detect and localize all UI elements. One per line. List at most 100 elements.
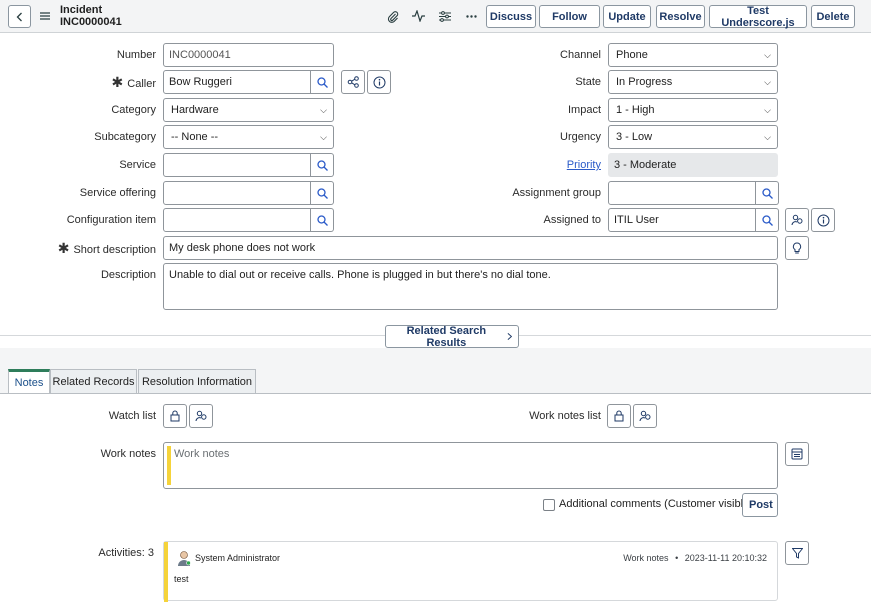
sliders-icon[interactable]	[438, 9, 452, 23]
config-item-label: Configuration item	[66, 214, 156, 226]
avatar	[177, 550, 191, 566]
number-label: Number	[116, 49, 156, 61]
service-offering-lookup-button[interactable]	[311, 181, 334, 205]
impact-value: 1 - High	[616, 104, 655, 116]
assigned-to-lookup-button[interactable]	[756, 208, 779, 232]
activity-filter-button[interactable]	[785, 541, 809, 565]
form-header: Incident INC0000041 Discuss Follow Updat…	[0, 0, 871, 33]
caller-lookup-button[interactable]	[311, 70, 334, 94]
tab-related-records-label: Related Records	[52, 376, 135, 388]
service-offering-field[interactable]	[163, 181, 311, 205]
search-icon	[316, 187, 328, 199]
activity-icon[interactable]	[411, 9, 425, 23]
category-label: Category	[111, 104, 156, 116]
config-item-lookup-button[interactable]	[311, 208, 334, 232]
short-description-label: ✱ Short description	[20, 236, 156, 262]
activities-label: Activities: 3	[98, 547, 154, 559]
back-button[interactable]	[8, 5, 31, 28]
follow-button[interactable]: Follow	[539, 5, 600, 28]
watch-list-lock-button[interactable]	[163, 404, 187, 428]
service-label: Service	[119, 159, 156, 171]
tab-related-records[interactable]: Related Records	[50, 369, 137, 394]
work-notes-list-lock-button[interactable]	[607, 404, 631, 428]
additional-comments-checkbox[interactable]	[543, 499, 555, 511]
work-notes-list-users-button[interactable]	[633, 404, 657, 428]
work-notes-textarea[interactable]: Work notes	[163, 442, 778, 489]
filter-icon	[791, 547, 803, 559]
paperclip-icon[interactable]	[386, 9, 400, 23]
short-description-field[interactable]: My desk phone does not work	[163, 236, 778, 260]
template-icon	[791, 448, 803, 460]
more-icon[interactable]	[464, 9, 478, 23]
caller-info-button[interactable]	[367, 70, 391, 94]
activity-timestamp: 2023-11-11 20:10:32	[684, 553, 767, 563]
menu-icon[interactable]	[39, 10, 51, 22]
watch-list-users-button[interactable]	[189, 404, 213, 428]
chevron-right-icon	[507, 333, 512, 340]
assignment-group-lookup-button[interactable]	[756, 181, 779, 205]
chevron-down-icon: ⌵	[764, 50, 771, 60]
assigned-to-users-button[interactable]	[785, 208, 809, 232]
additional-comments-label: Additional comments (Customer visible)	[559, 498, 753, 510]
caller-field[interactable]: Bow Ruggeri	[163, 70, 311, 94]
category-select[interactable]: Hardware ⌵	[163, 98, 334, 122]
service-field[interactable]	[163, 153, 311, 177]
assigned-to-info-button[interactable]	[811, 208, 835, 232]
related-search-button[interactable]: Related Search Results	[385, 325, 519, 349]
activity-text: test	[174, 574, 189, 584]
channel-value: Phone	[616, 49, 648, 61]
priority-link[interactable]: Priority	[567, 159, 601, 171]
work-notes-accent-bar	[167, 446, 171, 485]
urgency-label: Urgency	[560, 131, 601, 143]
delete-button[interactable]: Delete	[811, 5, 855, 28]
lightbulb-icon	[792, 241, 802, 253]
assigned-to-field[interactable]: ITIL User	[608, 208, 756, 232]
form-title: Incident	[60, 4, 103, 16]
test-underscore-button[interactable]: Test Underscore.js	[709, 5, 807, 29]
impact-label: Impact	[567, 104, 601, 116]
info-icon	[373, 76, 385, 88]
state-select[interactable]: In Progress ⌵	[608, 70, 778, 94]
users-icon	[195, 410, 207, 422]
suggestion-button[interactable]	[785, 236, 809, 260]
post-button[interactable]: Post	[742, 493, 778, 517]
caller-hierarchy-button[interactable]	[341, 70, 365, 94]
tab-resolution-information[interactable]: Resolution Information	[138, 369, 256, 394]
priority-field: 3 - Moderate	[608, 153, 778, 177]
lock-icon	[614, 410, 624, 422]
caller-label: ✱ Caller	[40, 70, 156, 96]
config-item-field[interactable]	[163, 208, 311, 232]
subcategory-select[interactable]: -- None -- ⌵	[163, 125, 334, 149]
number-field[interactable]: INC0000041	[163, 43, 334, 67]
activity-type: Work notes	[623, 553, 669, 563]
subcategory-value: -- None --	[171, 131, 219, 143]
search-icon	[316, 214, 328, 226]
resolve-button[interactable]: Resolve	[656, 5, 705, 28]
watch-list-label: Watch list	[108, 410, 156, 422]
subcategory-label: Subcategory	[94, 131, 156, 143]
assignment-group-label: Assignment group	[512, 187, 601, 199]
state-value: In Progress	[616, 76, 673, 88]
chevron-down-icon: ⌵	[320, 105, 327, 115]
impact-select[interactable]: 1 - High ⌵	[608, 98, 778, 122]
state-label: State	[575, 76, 601, 88]
tab-notes[interactable]: Notes	[8, 369, 50, 394]
urgency-select[interactable]: 3 - Low ⌵	[608, 125, 778, 149]
back-icon	[16, 12, 22, 21]
caller-label-text: Caller	[127, 78, 156, 90]
tab-resolution-information-label: Resolution Information	[141, 376, 253, 388]
chevron-down-icon: ⌵	[320, 132, 327, 142]
search-icon	[316, 76, 328, 88]
assignment-group-field[interactable]	[608, 181, 756, 205]
update-button[interactable]: Update	[603, 5, 651, 28]
channel-select[interactable]: Phone ⌵	[608, 43, 778, 67]
service-lookup-button[interactable]	[311, 153, 334, 177]
assigned-to-label: Assigned to	[543, 214, 601, 226]
description-textarea[interactable]: Unable to dial out or receive calls. Pho…	[163, 263, 778, 310]
work-notes-template-button[interactable]	[785, 442, 809, 466]
search-icon	[761, 214, 773, 226]
activity-accent-bar	[164, 542, 168, 602]
short-description-label-text: Short description	[73, 244, 156, 256]
users-icon	[791, 214, 803, 226]
discuss-button[interactable]: Discuss	[486, 5, 536, 28]
